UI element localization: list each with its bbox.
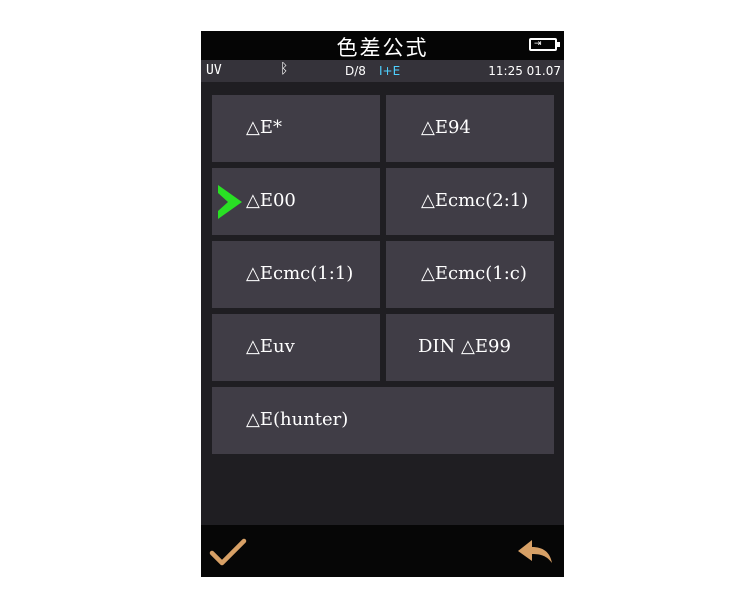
formula-label: △E* — [246, 117, 282, 138]
formula-label: DIN △E99 — [418, 336, 511, 357]
formula-option-de-star[interactable]: △E* — [212, 95, 380, 162]
formula-option-decmc-2-1[interactable]: △Ecmc(2:1) — [386, 168, 554, 235]
page-title: 色差公式 — [336, 36, 429, 60]
bottom-bar — [201, 525, 564, 577]
formula-label: △E(hunter) — [246, 409, 349, 430]
formula-option-deuv[interactable]: △Euv — [212, 314, 380, 381]
formula-option-decmc-1-c[interactable]: △Ecmc(1:c) — [386, 241, 554, 308]
formula-label: △E94 — [421, 117, 471, 138]
clock: 11:25 01.07 — [488, 64, 561, 78]
back-arrow-icon[interactable] — [516, 537, 554, 567]
formula-label: △Ecmc(2:1) — [421, 190, 529, 211]
formula-option-de94[interactable]: △E94 — [386, 95, 554, 162]
formula-option-de-hunter[interactable]: △E(hunter) — [212, 387, 554, 454]
formula-label: △Euv — [246, 336, 295, 357]
formula-label: △Ecmc(1:1) — [246, 263, 354, 284]
status-bar: UV ᛒ D/8 I+E 11:25 01.07 — [201, 60, 564, 82]
check-icon[interactable] — [209, 537, 247, 567]
title-bar: 色差公式 ⇥ — [201, 31, 564, 60]
formula-label: △E00 — [246, 190, 296, 211]
uv-indicator: UV — [206, 63, 222, 78]
device-screen: 色差公式 ⇥ UV ᛒ D/8 I+E 11:25 01.07 △E* △E94… — [201, 31, 564, 577]
formula-option-de00[interactable]: △E00 — [212, 168, 380, 235]
geometry-indicator: D/8 — [345, 64, 366, 78]
selection-arrow-icon — [218, 185, 242, 219]
formula-option-decmc-1-1[interactable]: △Ecmc(1:1) — [212, 241, 380, 308]
mode-indicator: I+E — [379, 64, 401, 78]
bluetooth-icon: ᛒ — [280, 61, 289, 77]
battery-icon: ⇥ — [529, 38, 560, 51]
formula-option-din-de99[interactable]: DIN △E99 — [386, 314, 554, 381]
formula-label: △Ecmc(1:c) — [421, 263, 527, 284]
